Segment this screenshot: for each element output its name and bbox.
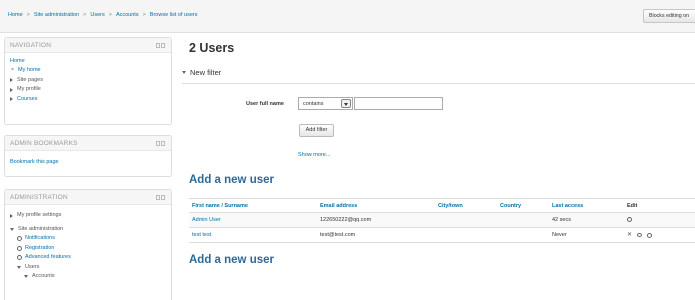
gear-icon	[17, 245, 22, 251]
nav-item-site-pages[interactable]: Site pages	[10, 76, 166, 86]
block-header: NAVIGATION	[5, 38, 171, 53]
expand-arrow-icon	[10, 87, 13, 92]
column-header-edit: Edit	[624, 198, 695, 213]
nav-item-label: Site administration	[18, 225, 64, 232]
nav-item-registration[interactable]: Registration	[10, 244, 166, 254]
expand-arrow-icon	[10, 97, 13, 102]
blocks-editing-button[interactable]: Blocks editing on	[643, 9, 695, 23]
dropdown-arrow-icon	[341, 99, 351, 108]
admin-bookmarks-block: ADMIN BOOKMARKS Bookmark this page	[4, 135, 172, 177]
user-city	[435, 227, 497, 243]
collapse-arrow-icon	[17, 265, 21, 269]
nav-item-notifications[interactable]: Notifications	[10, 234, 166, 244]
breadcrumb-separator: >	[26, 12, 30, 18]
table-row: test test test@test.com Never ✕	[189, 227, 695, 243]
nav-item-users[interactable]: Users	[10, 263, 166, 273]
nav-home-link[interactable]: Home	[10, 57, 166, 66]
nav-item-label: Advanced features	[25, 254, 71, 260]
users-table: First name / Surname Email address City/…	[189, 198, 695, 243]
collapse-arrow-icon	[10, 227, 14, 231]
breadcrumb-site-administration[interactable]: Site administration	[34, 12, 79, 18]
nav-item-label: Site pages	[17, 76, 43, 83]
nav-item-advanced-features[interactable]: Advanced features	[10, 253, 166, 263]
block-header: ADMIN BOOKMARKS	[5, 136, 171, 151]
column-header-email[interactable]: Email address	[317, 198, 435, 213]
bullet-icon: ×	[10, 67, 15, 73]
gear-icon	[17, 236, 22, 242]
edit-actions	[624, 212, 695, 228]
divider	[182, 83, 695, 84]
gear-icon	[17, 255, 22, 261]
nav-item-my-home[interactable]: × My home	[10, 66, 166, 76]
block-header: ADMINISTRATION	[5, 190, 171, 205]
block-dock-icon[interactable]	[156, 43, 165, 48]
breadcrumb-separator: >	[83, 12, 87, 18]
add-new-user-link-top[interactable]: Add a new user	[189, 174, 274, 186]
delete-icon[interactable]: ✕	[627, 232, 632, 238]
nav-item-my-profile-settings[interactable]: My profile settings	[10, 211, 166, 221]
breadcrumb-home[interactable]: Home	[8, 12, 23, 18]
user-last-access: Never	[549, 227, 624, 243]
column-header-country[interactable]: Country	[497, 198, 549, 213]
nav-item-accounts[interactable]: Accounts	[10, 272, 166, 282]
nav-item-label: Registration	[25, 244, 55, 251]
table-row: Admin User 122650222@qq.com 42 secs	[189, 212, 695, 228]
collapse-arrow-icon	[182, 71, 186, 74]
gear-icon[interactable]	[627, 216, 632, 222]
filter-value-input[interactable]	[354, 97, 443, 110]
add-filter-button[interactable]: Add filter	[299, 124, 334, 137]
bookmark-this-page-link[interactable]: Bookmark this page	[10, 158, 166, 167]
user-full-name-label: User full name	[246, 101, 284, 107]
collapse-arrow-icon	[24, 275, 28, 279]
user-email: 122650222@qq.com	[317, 212, 435, 228]
new-filter-toggle[interactable]: New filter	[182, 68, 221, 77]
user-email: test@test.com	[317, 227, 435, 243]
user-name-link[interactable]: test test	[189, 227, 317, 243]
column-header-last-access[interactable]: Last access	[549, 198, 624, 213]
block-dock-icon[interactable]	[156, 141, 165, 146]
navbar: Home > Site administration > Users > Acc…	[0, 0, 695, 33]
block-title: ADMINISTRATION	[10, 194, 68, 201]
expand-arrow-icon	[10, 213, 13, 218]
nav-item-label: My profile	[17, 86, 41, 92]
user-country	[497, 227, 549, 243]
table-header-row: First name / Surname Email address City/…	[189, 198, 695, 213]
new-filter-label: New filter	[190, 68, 222, 77]
show-more-link[interactable]: Show more...	[298, 152, 330, 158]
nav-item-label: Courses	[17, 95, 38, 102]
breadcrumb-browse-list-of-users[interactable]: Browse list of users	[150, 12, 198, 18]
add-new-user-link-bottom[interactable]: Add a new user	[189, 254, 274, 266]
block-dock-icon[interactable]	[156, 195, 165, 200]
eye-icon[interactable]	[637, 233, 643, 237]
nav-item-label: Accounts	[32, 273, 55, 279]
nav-item-label: Notifications	[25, 235, 55, 241]
user-city	[435, 212, 497, 228]
nav-item-site-administration[interactable]: Site administration	[10, 225, 166, 235]
block-title: ADMIN BOOKMARKS	[10, 140, 78, 147]
breadcrumb-accounts[interactable]: Accounts	[116, 12, 139, 18]
user-country	[497, 212, 549, 228]
breadcrumb-separator: >	[142, 12, 146, 18]
user-last-access: 42 secs	[549, 212, 624, 228]
column-header-city[interactable]: City/town	[435, 198, 497, 213]
edit-actions: ✕	[624, 227, 695, 243]
nav-item-label: My profile settings	[17, 212, 62, 218]
breadcrumb-users[interactable]: Users	[90, 12, 104, 18]
nav-item-label: My home	[18, 67, 41, 73]
nav-item-label: Users	[25, 263, 40, 270]
gear-icon[interactable]	[647, 232, 653, 238]
column-header-name[interactable]: First name / Surname	[189, 198, 317, 213]
breadcrumb: Home > Site administration > Users > Acc…	[8, 12, 197, 18]
page-title: 2 Users	[189, 41, 235, 55]
breadcrumb-separator: >	[108, 12, 112, 18]
block-title: NAVIGATION	[10, 42, 52, 49]
filter-operator-select[interactable]: contains	[298, 97, 353, 110]
user-name-link[interactable]: Admin User	[189, 212, 317, 228]
select-value: contains	[303, 101, 324, 107]
administration-block: ADMINISTRATION My profile settings Site …	[4, 189, 172, 300]
nav-item-my-profile[interactable]: My profile	[10, 85, 166, 95]
nav-item-courses[interactable]: Courses	[10, 95, 166, 105]
expand-arrow-icon	[10, 78, 13, 83]
navigation-block: NAVIGATION Home × My home Site pages My …	[4, 37, 172, 125]
